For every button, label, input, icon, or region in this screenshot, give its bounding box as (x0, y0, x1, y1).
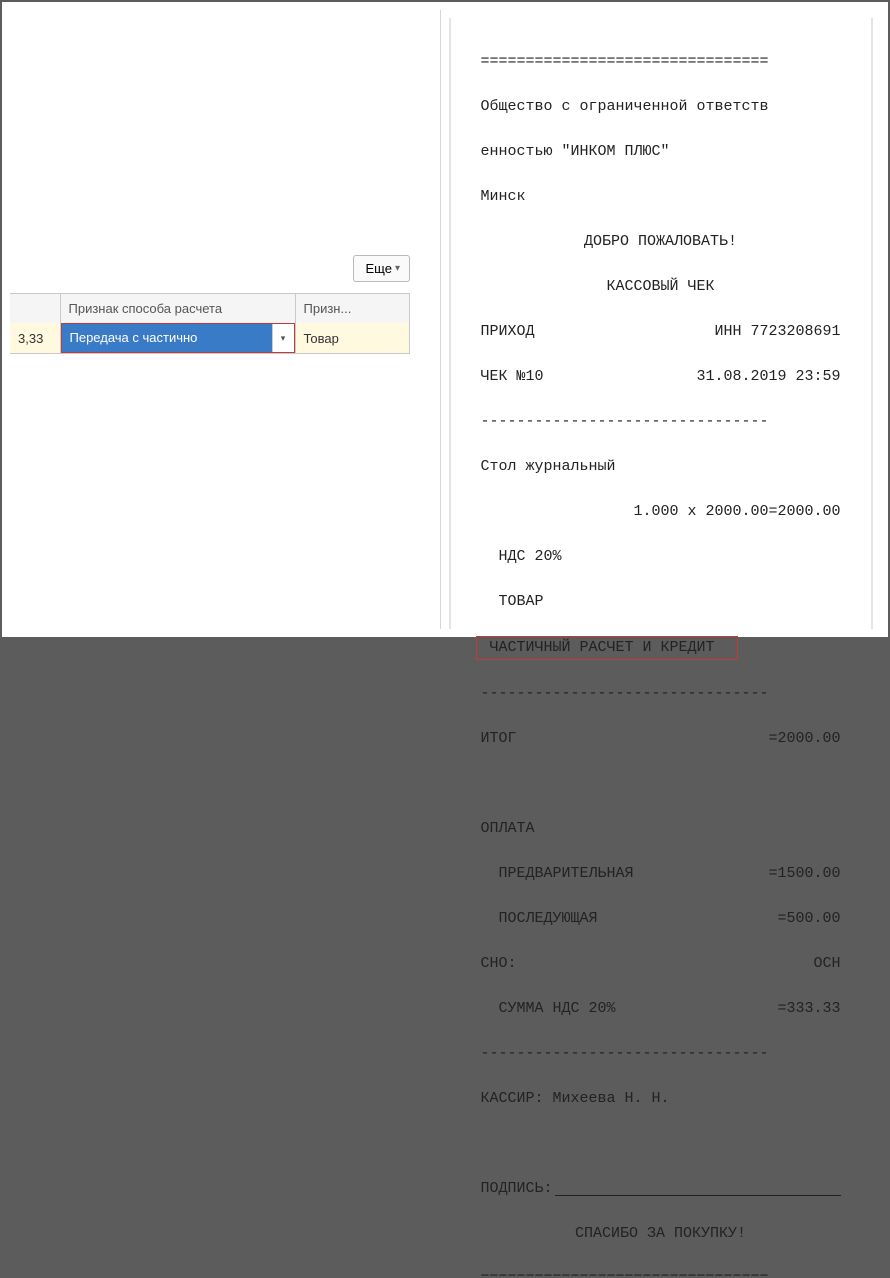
rc-tax-sys-value: ОСН (813, 953, 840, 976)
rc-tax-sys-label: СНО: (481, 953, 517, 976)
rc-method-highlight: ЧАСТИЧНЫЙ РАСЧЕТ И КРЕДИТ (476, 636, 738, 661)
rc-doc-type: КАССОВЫЙ ЧЕК (481, 276, 841, 299)
rc-check-label: ЧЕК №10 (481, 366, 544, 389)
rc-item-calc: 1.000 х 2000.00=2000.00 (481, 501, 841, 524)
col-method-header[interactable]: Признак способа расчета (60, 294, 295, 323)
rc-vat: НДС 20% (481, 546, 841, 569)
rc-item-name: Стол журнальный (481, 456, 841, 479)
more-button[interactable]: Еще (353, 255, 410, 282)
col-amount-header (10, 294, 60, 323)
rc-total-value: =2000.00 (768, 728, 840, 751)
rc-pay-label: ОПЛАТА (481, 818, 841, 841)
table-header-row: Признак способа расчета Призн... (10, 294, 410, 323)
more-label: Еще (366, 261, 392, 276)
rc-total-label: ИТОГ (481, 728, 517, 751)
rc-op-label: ПРИХОД (481, 321, 535, 344)
rc-dash-3: -------------------------------- (481, 1043, 841, 1066)
receipt-preview-panel: ================================ Обществ… (440, 10, 880, 629)
cell-subject[interactable]: Товар (295, 323, 410, 353)
cell-amount[interactable]: 3,33 (10, 323, 60, 353)
rc-dash-1: -------------------------------- (481, 411, 841, 434)
cell-method[interactable]: Передача с частично (60, 323, 295, 353)
rc-welcome: ДОБРО ПОЖАЛОВАТЬ! (481, 231, 841, 254)
method-field-highlight: Передача с частично (61, 323, 295, 353)
receipt-content: ================================ Обществ… (481, 28, 841, 1278)
rc-prepay-label: ПРЕДВАРИТЕЛЬНАЯ (481, 863, 634, 886)
rc-goods: ТОВАР (481, 591, 841, 614)
rc-vat-sum-label: СУММА НДС 20% (481, 998, 616, 1021)
rc-sep-bottom: ================================ (481, 1268, 841, 1278)
col-subject-header[interactable]: Призн... (295, 294, 410, 323)
rc-postpay-label: ПОСЛЕДУЮЩАЯ (481, 908, 598, 931)
rc-sign-row: ПОДПИСЬ: (481, 1178, 841, 1201)
rc-sign-label: ПОДПИСЬ: (481, 1178, 553, 1201)
rc-dash-2: -------------------------------- (481, 683, 841, 706)
rc-vat-sum-value: =333.33 (777, 998, 840, 1021)
rc-org-1: Общество с ограниченной ответств (481, 96, 841, 119)
method-field-value[interactable]: Передача с частично (62, 324, 272, 352)
rc-postpay-value: =500.00 (777, 908, 840, 931)
method-dropdown-button[interactable] (272, 324, 294, 352)
rc-city: Минск (481, 186, 841, 209)
items-table-fragment: Признак способа расчета Призн... 3,33 Пе… (10, 293, 410, 354)
table-row[interactable]: 3,33 Передача с частично Товар (10, 323, 410, 353)
rc-org-2: енностью "ИНКОМ ПЛЮС" (481, 141, 841, 164)
rc-sign-line (555, 1178, 841, 1197)
rc-datetime: 31.08.2019 23:59 (696, 366, 840, 389)
rc-cashier: КАССИР: Михеева Н. Н. (481, 1088, 841, 1111)
rc-inn-value: 7723208691 (750, 323, 840, 340)
rc-sep-top: ================================ (481, 51, 841, 74)
receipt-paper: ================================ Обществ… (451, 18, 871, 629)
rc-prepay-value: =1500.00 (768, 863, 840, 886)
rc-inn-label: ИНН (714, 323, 741, 340)
rc-thanks: СПАСИБО ЗА ПОКУПКУ! (481, 1223, 841, 1246)
